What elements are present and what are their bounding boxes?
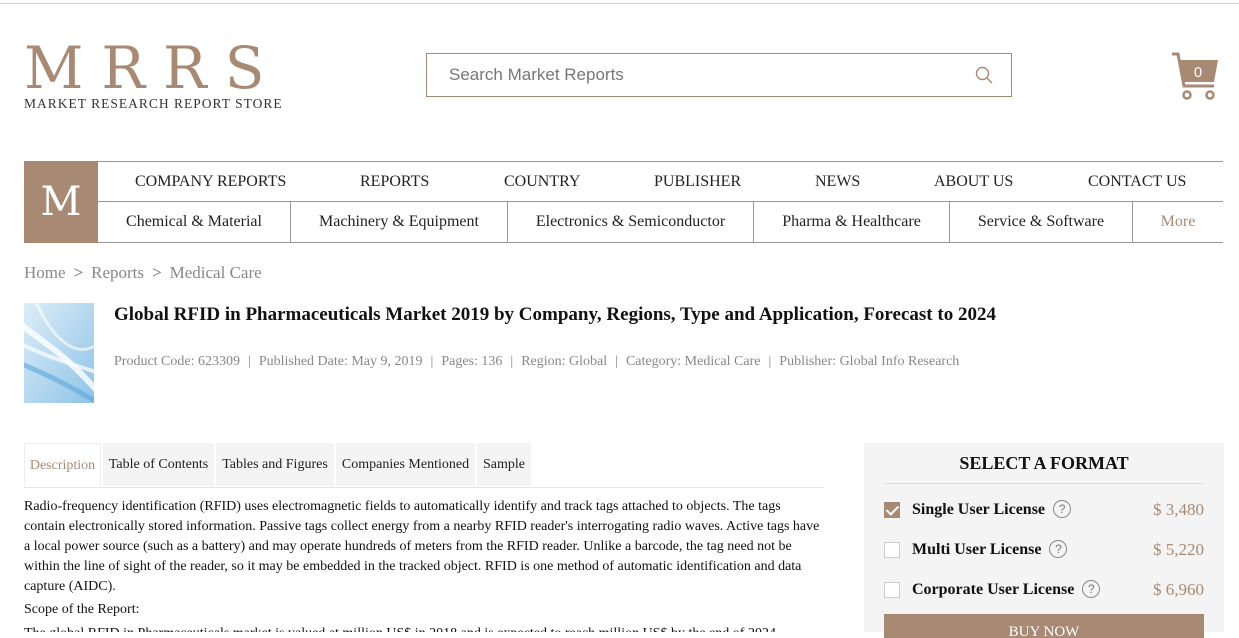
report-tabs: Description Table of Contents Tables and…: [24, 443, 824, 488]
license-checkbox[interactable]: [884, 582, 900, 598]
category-more[interactable]: More: [1133, 202, 1223, 242]
buy-now-button[interactable]: BUY NOW: [884, 614, 1204, 638]
category-service-software[interactable]: Service & Software: [950, 202, 1133, 242]
description-continued: The global RFID in Pharmaceuticals marke…: [24, 626, 824, 632]
search-box[interactable]: [426, 53, 1012, 97]
nav-country[interactable]: COUNTRY: [504, 173, 580, 191]
license-price: $ 6,960: [1153, 580, 1204, 599]
license-option-multi[interactable]: Multi User License? $ 5,220: [884, 539, 1204, 567]
license-label: Corporate User License?: [912, 580, 1101, 599]
meta-separator: |: [430, 354, 434, 369]
breadcrumb-separator: >: [73, 263, 84, 282]
breadcrumb-medical-care[interactable]: Medical Care: [170, 263, 262, 282]
license-name: Single User License: [912, 501, 1046, 518]
breadcrumb-home[interactable]: Home: [24, 263, 66, 282]
category-chemical-material[interactable]: Chemical & Material: [98, 202, 291, 242]
nav-publisher[interactable]: PUBLISHER: [654, 173, 741, 191]
help-icon[interactable]: ?: [1049, 540, 1068, 558]
description-text: Radio-frequency identification (RFID) us…: [24, 499, 820, 594]
report-meta: Product Code: 623309 | Published Date: May…: [114, 354, 959, 370]
nav-news[interactable]: NEWS: [815, 173, 860, 191]
meta-pages: Pages: 136: [441, 354, 503, 369]
nav-about-us[interactable]: ABOUT US: [934, 173, 1013, 191]
nav-category-row: Chemical & Material Machinery & Equipmen…: [98, 202, 1223, 243]
category-pharma-healthcare[interactable]: Pharma & Healthcare: [754, 202, 950, 242]
logo-letters: MRRS: [24, 34, 283, 102]
report-thumbnail: [24, 303, 94, 403]
report-title: Global RFID in Pharmaceuticals Market 20…: [114, 304, 996, 325]
meta-published-date: Published Date: May 9, 2019: [258, 354, 423, 369]
license-checkbox[interactable]: [884, 502, 900, 518]
license-label: Single User License?: [912, 500, 1072, 519]
tab-table-of-contents[interactable]: Table of Contents: [103, 443, 214, 486]
tab-sample[interactable]: Sample: [477, 443, 531, 486]
license-option-corporate[interactable]: Corporate User License? $ 6,960: [884, 579, 1204, 607]
breadcrumb-separator: >: [152, 263, 162, 282]
breadcrumb: Home > Reports > Medical Care: [24, 263, 262, 283]
logo-subtitle: MARKET RESEARCH REPORT STORE: [24, 96, 283, 111]
nav-top-row: COMPANY REPORTS REPORTS COUNTRY PUBLISHE…: [98, 161, 1223, 202]
top-divider: [0, 3, 1239, 4]
license-name: Corporate User License: [912, 581, 1075, 598]
license-price: $ 5,220: [1153, 540, 1204, 559]
category-machinery-equipment[interactable]: Machinery & Equipment: [291, 202, 508, 242]
format-panel: SELECT A FORMAT Single User License? $ 3…: [864, 443, 1224, 638]
meta-product-code: Product Code: 623309: [114, 354, 240, 369]
meta-separator: |: [615, 354, 618, 369]
nav-company-reports[interactable]: COMPANY REPORTS: [135, 173, 286, 191]
site-logo[interactable]: MRRS MARKET RESEARCH REPORT STORE: [24, 34, 284, 112]
meta-category[interactable]: Category: Medical Care: [626, 354, 761, 369]
search-input[interactable]: [447, 54, 951, 96]
category-electronics-semiconductor[interactable]: Electronics & Semiconductor: [508, 202, 754, 242]
format-divider: [884, 483, 1204, 484]
cart-count: 0: [1193, 64, 1203, 81]
meta-separator: |: [248, 354, 251, 369]
tab-tables-and-figures[interactable]: Tables and Figures: [216, 443, 334, 486]
nav-reports[interactable]: REPORTS: [360, 173, 429, 191]
breadcrumb-reports[interactable]: Reports: [91, 263, 144, 282]
tab-companies-mentioned[interactable]: Companies Mentioned: [336, 443, 475, 486]
search-icon[interactable]: [975, 66, 993, 84]
meta-region: Region: Global: [521, 354, 608, 369]
meta-publisher[interactable]: Publisher: Global Info Research: [779, 354, 959, 369]
license-name: Multi User License: [912, 541, 1042, 558]
license-checkbox[interactable]: [884, 542, 900, 558]
license-price: $ 3,480: [1153, 500, 1204, 519]
license-option-single[interactable]: Single User License? $ 3,480: [884, 499, 1204, 527]
meta-separator: |: [768, 354, 772, 369]
tab-description[interactable]: Description: [24, 443, 101, 486]
format-title: SELECT A FORMAT: [959, 453, 1129, 473]
license-label: Multi User License?: [912, 540, 1068, 559]
scope-label: Scope of the Report:: [24, 602, 140, 617]
help-icon[interactable]: ?: [1053, 500, 1072, 518]
meta-separator: |: [510, 354, 514, 369]
main-nav: M COMPANY REPORTS REPORTS COUNTRY PUBLIS…: [24, 161, 1223, 243]
nav-logo-block[interactable]: M: [24, 161, 98, 243]
help-icon[interactable]: ?: [1082, 580, 1101, 598]
nav-contact-us[interactable]: CONTACT US: [1088, 173, 1186, 191]
